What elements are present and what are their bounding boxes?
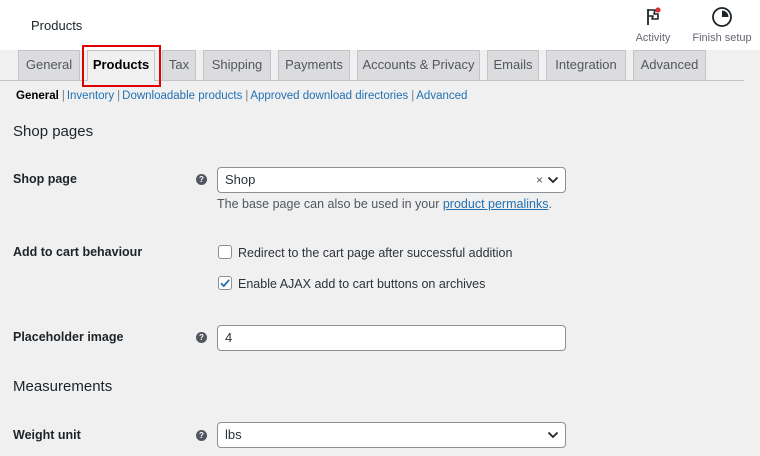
- shop-page-select[interactable]: Shop ×: [217, 167, 566, 193]
- chevron-down-icon: [547, 431, 559, 439]
- tab-shipping[interactable]: Shipping: [203, 50, 271, 80]
- subnav-separator: |: [411, 90, 415, 102]
- redirect-to-cart-checkbox[interactable]: [218, 245, 232, 259]
- finish-setup-button[interactable]: Finish setup: [688, 6, 756, 44]
- redirect-to-cart-label: Redirect to the cart page after successf…: [238, 246, 513, 260]
- page-title: Products: [31, 18, 83, 33]
- subnav-link-inventory[interactable]: Inventory: [67, 90, 114, 102]
- measurements-heading: Measurements: [13, 378, 113, 395]
- shop-page-label: Shop page: [13, 172, 77, 186]
- weight-unit-label: Weight unit: [13, 428, 81, 442]
- weight-unit-value: lbs: [225, 427, 242, 442]
- tab-integration[interactable]: Integration: [546, 50, 626, 80]
- highlight-box: [82, 45, 161, 87]
- finish-setup-label: Finish setup: [692, 32, 752, 44]
- activity-button[interactable]: Activity: [630, 6, 676, 44]
- activity-label: Activity: [635, 32, 671, 44]
- subnav-link-advanced[interactable]: Advanced: [416, 90, 467, 102]
- chevron-down-icon: [547, 176, 559, 184]
- tab-emails[interactable]: Emails: [487, 50, 539, 80]
- flag-icon: [647, 7, 661, 25]
- checkmark-icon: [220, 279, 230, 288]
- subnav-separator: |: [61, 90, 65, 102]
- add-to-cart-label: Add to cart behaviour: [13, 245, 143, 259]
- placeholder-image-value: 4: [225, 330, 233, 345]
- top-bar: Products Activity Finish setup: [0, 0, 760, 50]
- placeholder-image-input[interactable]: 4: [217, 325, 566, 351]
- description-text: The base page can also be used in your: [217, 197, 443, 211]
- shop-page-description: The base page can also be used in your p…: [217, 197, 552, 211]
- shop-page-value: Shop: [225, 172, 256, 187]
- subnav-separator: |: [117, 90, 121, 102]
- help-icon[interactable]: ?: [196, 430, 207, 441]
- enable-ajax-label: Enable AJAX add to cart buttons on archi…: [238, 277, 486, 291]
- section-subnav: General | Inventory | Downloadable products |…: [16, 90, 467, 102]
- subnav-separator: |: [245, 90, 249, 102]
- clear-icon[interactable]: ×: [536, 168, 543, 192]
- tab-advanced[interactable]: Advanced: [633, 50, 706, 80]
- shop-pages-heading: Shop pages: [13, 123, 94, 140]
- enable-ajax-checkbox[interactable]: [218, 276, 232, 290]
- help-icon[interactable]: ?: [196, 332, 207, 343]
- product-permalinks-link[interactable]: product permalinks: [443, 197, 549, 211]
- help-icon[interactable]: ?: [196, 174, 207, 185]
- subnav-current-general: General: [16, 90, 59, 102]
- subnav-link-downloadable-products[interactable]: Downloadable products: [122, 90, 242, 102]
- placeholder-image-label: Placeholder image: [13, 330, 124, 344]
- description-period: .: [548, 197, 552, 211]
- tab-payments[interactable]: Payments: [278, 50, 350, 80]
- subnav-link-approved-download-directories[interactable]: Approved download directories: [250, 90, 408, 102]
- tab-accounts-privacy[interactable]: Accounts & Privacy: [357, 50, 480, 80]
- progress-circle-icon: [712, 7, 732, 27]
- tab-general[interactable]: General: [18, 50, 80, 80]
- weight-unit-select[interactable]: lbs: [217, 422, 566, 448]
- tab-tax[interactable]: Tax: [162, 50, 196, 80]
